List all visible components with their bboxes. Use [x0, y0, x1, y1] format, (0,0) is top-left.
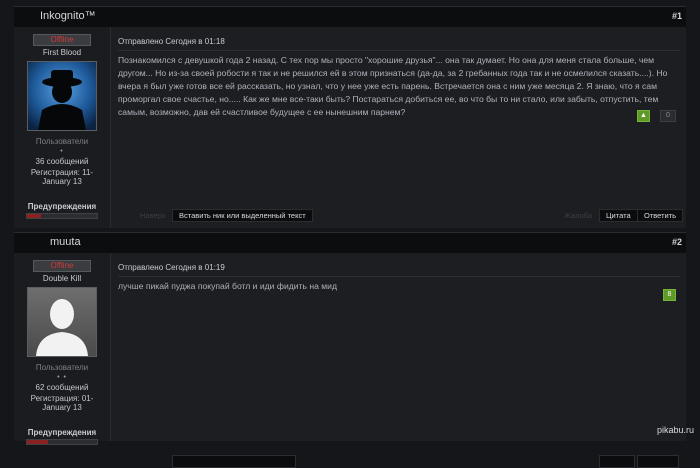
author-panel: Offline First Blood Пользователи • 36 со… — [14, 27, 111, 228]
back-to-top-link[interactable]: Наверх — [140, 211, 166, 220]
rank-stars: • — [60, 148, 64, 155]
warnings-fill — [27, 214, 41, 218]
warnings-label: Предупреждения — [27, 428, 97, 437]
post-header: muuta #2 — [14, 232, 686, 253]
default-avatar-icon — [28, 288, 96, 356]
author-panel: Offline Double Kill Пользователи • • 62 … — [14, 253, 111, 445]
post-divider — [118, 50, 680, 51]
report-link[interactable]: Жалоба — [564, 211, 592, 220]
vote-count[interactable]: 8 — [663, 289, 676, 301]
post-number[interactable]: #1 — [672, 11, 682, 21]
user-rank: Double Kill — [42, 274, 82, 283]
post-body: Отправлено Сегодня в 01:18 Познакомился … — [118, 27, 684, 228]
avatar[interactable] — [27, 287, 97, 357]
user-group: Пользователи — [35, 137, 89, 146]
quote-button[interactable]: Цитата — [599, 209, 638, 222]
status-badge: Offline — [33, 34, 91, 46]
site-watermark: pikabu.ru — [656, 425, 694, 435]
warnings-bar — [26, 213, 98, 219]
forum-post-1: Inkognito™ #1 Offline First Blood Пользо… — [14, 6, 686, 228]
post-date: Отправлено Сегодня в 01:18 — [118, 37, 225, 46]
insert-nick-button[interactable]: Вставить ник или выделенный текст — [172, 209, 313, 222]
vote-up-button[interactable]: ▲ — [637, 110, 650, 122]
rank-stars: • • — [57, 374, 67, 381]
post-header: Inkognito™ #1 — [14, 6, 686, 27]
author-name[interactable]: Inkognito™ — [40, 10, 96, 22]
post-divider — [118, 276, 680, 277]
status-badge: Offline — [33, 260, 91, 272]
arrow-up-icon: ▲ — [640, 112, 647, 119]
vote-count: 0 — [660, 110, 676, 122]
post-text: лучше пикай пуджа покупай ботл и иди фид… — [118, 281, 337, 291]
message-count[interactable]: 62 сообщений — [14, 383, 110, 392]
avatar[interactable] — [27, 61, 97, 131]
user-rank: First Blood — [42, 48, 82, 57]
post-body: Отправлено Сегодня в 01:19 лучше пикай п… — [118, 253, 680, 468]
quote-button[interactable] — [599, 455, 635, 468]
registration-date: Регистрация: 01-January 13 — [30, 394, 94, 412]
post-text: Познакомился с девушкой года 2 назад. С … — [118, 55, 668, 117]
reply-button[interactable] — [637, 455, 679, 468]
author-name[interactable]: muuta — [50, 236, 81, 248]
reply-button[interactable]: Ответить — [637, 209, 684, 222]
warnings-label: Предупреждения — [27, 202, 97, 211]
user-group: Пользователи — [35, 363, 89, 372]
post-number[interactable]: #2 — [672, 237, 682, 247]
insert-nick-button[interactable] — [172, 455, 296, 468]
post-date: Отправлено Сегодня в 01:19 — [118, 263, 225, 272]
registration-date: Регистрация: 11-January 13 — [30, 168, 94, 186]
message-count[interactable]: 36 сообщений — [14, 157, 110, 166]
forum-post-2: muuta #2 Offline Double Kill Пользовател… — [14, 232, 686, 468]
avatar-silhouette-icon — [28, 62, 96, 130]
warnings-bar — [26, 439, 98, 445]
